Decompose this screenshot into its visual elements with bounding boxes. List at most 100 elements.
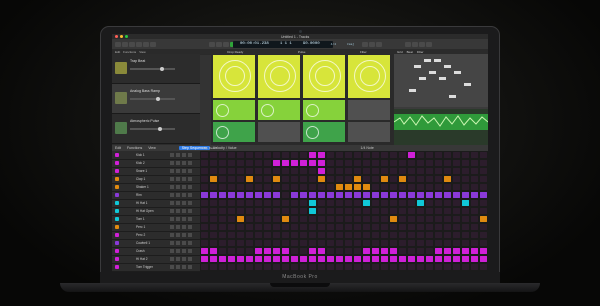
- step-off[interactable]: [281, 208, 290, 214]
- step-off[interactable]: [218, 184, 227, 190]
- step-off[interactable]: [371, 224, 380, 230]
- step-off[interactable]: [425, 224, 434, 230]
- note-block[interactable]: [409, 89, 416, 92]
- step-off[interactable]: [227, 248, 236, 254]
- step-on[interactable]: [362, 248, 371, 254]
- step-off[interactable]: [290, 176, 299, 182]
- step-off[interactable]: [407, 176, 416, 182]
- row-option-button[interactable]: [188, 169, 192, 173]
- step-on[interactable]: [254, 192, 263, 198]
- step-off[interactable]: [308, 184, 317, 190]
- step-on[interactable]: [443, 176, 452, 182]
- row-option-button[interactable]: [176, 177, 180, 181]
- tuner-button[interactable]: [376, 41, 382, 47]
- step-off[interactable]: [425, 240, 434, 246]
- step-on[interactable]: [470, 248, 479, 254]
- step-off[interactable]: [416, 152, 425, 158]
- step-off[interactable]: [353, 152, 362, 158]
- live-loop-cell[interactable]: [348, 55, 390, 98]
- step-off[interactable]: [470, 200, 479, 206]
- step-off[interactable]: [479, 264, 488, 270]
- step-off[interactable]: [299, 240, 308, 246]
- step-off[interactable]: [227, 168, 236, 174]
- row-option-button[interactable]: [182, 177, 186, 181]
- step-off[interactable]: [308, 216, 317, 222]
- step-off[interactable]: [254, 184, 263, 190]
- step-off[interactable]: [434, 232, 443, 238]
- step-on[interactable]: [452, 256, 461, 262]
- step-off[interactable]: [200, 200, 209, 206]
- step-off[interactable]: [371, 168, 380, 174]
- step-on[interactable]: [299, 160, 308, 166]
- step-off[interactable]: [254, 160, 263, 166]
- step-off[interactable]: [380, 216, 389, 222]
- row-option-button[interactable]: [170, 265, 174, 269]
- step-off[interactable]: [389, 200, 398, 206]
- step-off[interactable]: [443, 224, 452, 230]
- step-on[interactable]: [317, 176, 326, 182]
- step-on[interactable]: [236, 192, 245, 198]
- step-off[interactable]: [425, 184, 434, 190]
- step-off[interactable]: [344, 224, 353, 230]
- step-off[interactable]: [254, 168, 263, 174]
- step-off[interactable]: [227, 264, 236, 270]
- volume-slider[interactable]: [130, 97, 175, 101]
- step-off[interactable]: [371, 160, 380, 166]
- step-off[interactable]: [434, 224, 443, 230]
- step-off[interactable]: [245, 248, 254, 254]
- row-option-button[interactable]: [182, 265, 186, 269]
- step-off[interactable]: [326, 160, 335, 166]
- step-off[interactable]: [200, 168, 209, 174]
- step-on[interactable]: [281, 248, 290, 254]
- step-on[interactable]: [362, 256, 371, 262]
- step-off[interactable]: [380, 224, 389, 230]
- step-off[interactable]: [371, 240, 380, 246]
- step-off[interactable]: [299, 176, 308, 182]
- step-off[interactable]: [335, 208, 344, 214]
- row-option-button[interactable]: [170, 217, 174, 221]
- step-off[interactable]: [200, 176, 209, 182]
- row-option-button[interactable]: [170, 185, 174, 189]
- row-option-button[interactable]: [182, 169, 186, 173]
- step-off[interactable]: [425, 168, 434, 174]
- step-on[interactable]: [335, 192, 344, 198]
- step-off[interactable]: [452, 216, 461, 222]
- step-off[interactable]: [353, 264, 362, 270]
- step-off[interactable]: [209, 152, 218, 158]
- note-block[interactable]: [444, 65, 451, 68]
- step-on[interactable]: [209, 176, 218, 182]
- step-off[interactable]: [299, 264, 308, 270]
- inspector-button[interactable]: [122, 41, 128, 47]
- row-option-button[interactable]: [176, 233, 180, 237]
- step-off[interactable]: [443, 160, 452, 166]
- close-icon[interactable]: [115, 35, 118, 38]
- row-option-button[interactable]: [176, 249, 180, 253]
- step-off[interactable]: [263, 168, 272, 174]
- step-off[interactable]: [290, 200, 299, 206]
- step-off[interactable]: [245, 160, 254, 166]
- step-off[interactable]: [380, 152, 389, 158]
- step-off[interactable]: [263, 184, 272, 190]
- step-off[interactable]: [452, 168, 461, 174]
- step-on[interactable]: [389, 216, 398, 222]
- step-off[interactable]: [371, 264, 380, 270]
- step-off[interactable]: [470, 264, 479, 270]
- step-off[interactable]: [479, 240, 488, 246]
- step-on[interactable]: [308, 160, 317, 166]
- step-off[interactable]: [272, 168, 281, 174]
- step-off[interactable]: [407, 216, 416, 222]
- step-off[interactable]: [452, 224, 461, 230]
- empty-cell[interactable]: [348, 100, 390, 120]
- step-on[interactable]: [407, 256, 416, 262]
- step-off[interactable]: [209, 200, 218, 206]
- row-option-button[interactable]: [176, 225, 180, 229]
- step-on[interactable]: [362, 184, 371, 190]
- step-off[interactable]: [281, 168, 290, 174]
- step-off[interactable]: [425, 264, 434, 270]
- step-off[interactable]: [407, 168, 416, 174]
- step-off[interactable]: [263, 160, 272, 166]
- step-off[interactable]: [344, 168, 353, 174]
- step-off[interactable]: [245, 240, 254, 246]
- step-on[interactable]: [425, 256, 434, 262]
- step-off[interactable]: [263, 152, 272, 158]
